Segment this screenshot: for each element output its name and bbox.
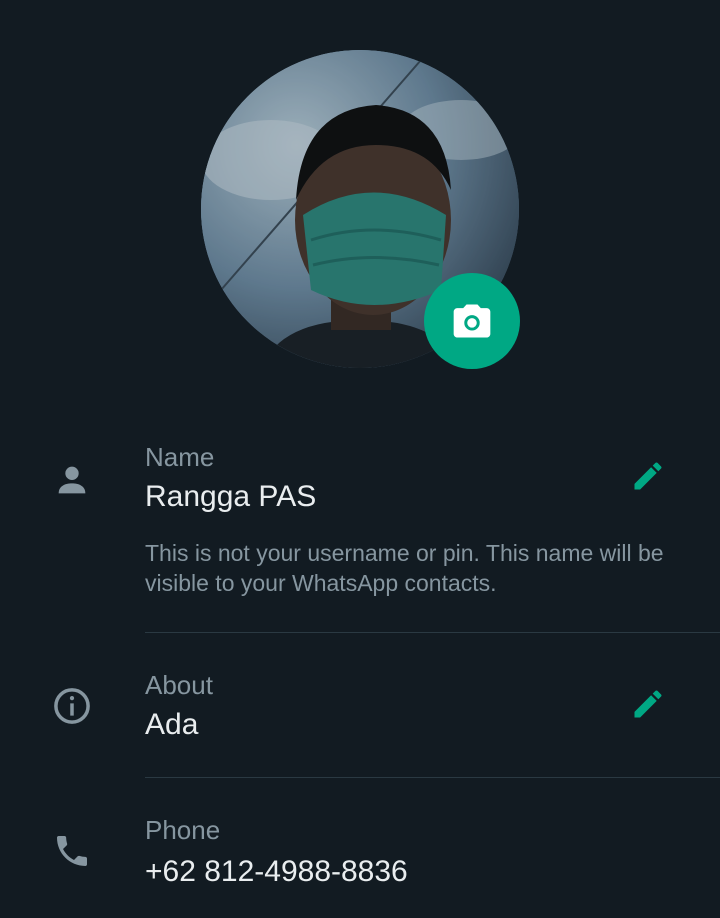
edit-about-button[interactable] (626, 682, 670, 726)
change-photo-button[interactable] (424, 273, 520, 369)
pencil-icon (634, 690, 662, 718)
info-icon (50, 684, 94, 728)
name-value: Rangga PAS (145, 480, 317, 513)
about-label: About (145, 670, 213, 700)
phone-row[interactable]: Phone +62 812-4988-8836 (0, 805, 720, 918)
person-icon (50, 458, 94, 502)
pencil-icon (634, 462, 662, 490)
phone-value: +62 812-4988-8836 (145, 855, 408, 888)
about-row[interactable]: About Ada (0, 660, 720, 775)
edit-name-button[interactable] (626, 454, 670, 498)
profile-photo-container[interactable] (201, 50, 520, 369)
name-row[interactable]: Name Rangga PAS This is not your usernam… (0, 430, 720, 630)
camera-icon (453, 304, 491, 338)
phone-icon (50, 829, 94, 873)
about-value: Ada (145, 708, 199, 741)
name-hint: This is not your username or pin. This n… (145, 540, 664, 596)
divider (145, 777, 720, 778)
divider (145, 632, 720, 633)
phone-label: Phone (145, 815, 221, 845)
name-label: Name (145, 442, 215, 472)
